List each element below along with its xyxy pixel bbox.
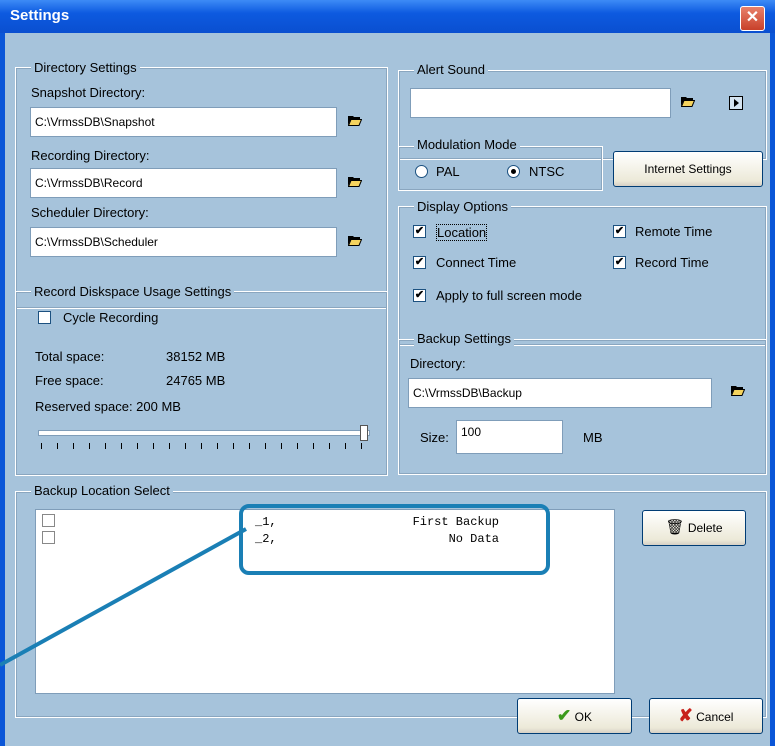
backup-directory-input[interactable]: C:\VrmssDB\Backup [408, 378, 712, 408]
slider-tick [89, 443, 90, 449]
diskspace-legend: Record Diskspace Usage Settings [31, 284, 235, 299]
internet-settings-button[interactable]: Internet Settings [613, 151, 763, 187]
recording-browse-folder-icon[interactable] [348, 176, 362, 187]
slider-tick [233, 443, 234, 449]
close-icon: ✕ [745, 9, 760, 26]
delete-button[interactable]: 🗑 Delete [642, 510, 746, 546]
backup-size-unit: MB [583, 430, 603, 445]
backup-browse-folder-icon[interactable] [731, 385, 745, 396]
settings-dialog: Settings ✕ Directory Settings Snapshot D… [0, 0, 775, 746]
total-space-label: Total space: [35, 349, 105, 364]
backup-location-legend: Backup Location Select [31, 483, 173, 498]
record-time-checkbox[interactable]: ✔ [613, 256, 626, 269]
location-label: Location [436, 224, 488, 241]
delete-icon: 🗑 [665, 519, 685, 536]
ntsc-label: NTSC [529, 164, 565, 179]
reserved-space-slider-track[interactable] [38, 430, 370, 436]
location-checkbox[interactable]: ✔ [413, 225, 426, 238]
recording-directory-input[interactable]: C:\VrmssDB\Record [30, 168, 337, 198]
scheduler-browse-folder-icon[interactable] [348, 235, 362, 246]
cancel-button[interactable]: ✘ Cancel [649, 698, 763, 734]
snapshot-directory-label: Snapshot Directory: [31, 85, 146, 100]
free-space-label: Free space: [35, 373, 104, 388]
slider-tick [137, 443, 138, 449]
alert-sound-legend: Alert Sound [414, 62, 488, 77]
pal-radio[interactable] [415, 165, 428, 178]
slider-tick [41, 443, 42, 449]
close-button[interactable]: ✕ [740, 6, 765, 31]
recording-directory-label: Recording Directory: [31, 148, 150, 163]
slider-tick [217, 443, 218, 449]
backup-size-input[interactable]: 100 [456, 420, 563, 454]
apply-full-screen-checkbox[interactable]: ✔ [413, 289, 426, 302]
snapshot-directory-input[interactable]: C:\VrmssDB\Snapshot [30, 107, 337, 137]
record-time-label: Record Time [635, 255, 709, 270]
slider-tick [345, 443, 346, 449]
snapshot-browse-folder-icon[interactable] [348, 115, 362, 126]
callout-highlight-box [239, 504, 550, 575]
remote-time-label: Remote Time [635, 224, 713, 239]
title-bar[interactable]: Settings ✕ [0, 0, 775, 33]
reserved-space-slider-thumb[interactable] [360, 425, 368, 441]
connect-time-label: Connect Time [436, 255, 517, 270]
slider-tick [201, 443, 202, 449]
slider-tick [105, 443, 106, 449]
slider-tick [297, 443, 298, 449]
ntsc-radio[interactable] [507, 165, 520, 178]
cancel-button-label: Cancel [696, 710, 734, 724]
total-space-value: 38152 MB [166, 349, 226, 364]
slider-tick [153, 443, 154, 449]
slider-tick [121, 443, 122, 449]
slider-tick [265, 443, 266, 449]
slider-ticks [41, 443, 366, 449]
checkmark-icon: ✔ [557, 706, 572, 725]
remote-time-checkbox[interactable]: ✔ [613, 225, 626, 238]
backup-settings-legend: Backup Settings [414, 331, 514, 346]
apply-full-screen-label: Apply to full screen mode [436, 288, 582, 303]
cycle-recording-checkbox[interactable] [38, 311, 51, 324]
slider-tick [361, 443, 362, 449]
slider-tick [185, 443, 186, 449]
modulation-mode-group [398, 146, 603, 191]
slider-tick [169, 443, 170, 449]
slider-tick [329, 443, 330, 449]
slider-tick [73, 443, 74, 449]
callout-pointer-line [0, 527, 247, 667]
play-icon [734, 99, 739, 107]
alert-sound-input[interactable] [410, 88, 671, 118]
connect-time-checkbox[interactable]: ✔ [413, 256, 426, 269]
pal-label: PAL [436, 164, 460, 179]
cancel-x-icon: ✘ [678, 706, 693, 725]
slider-tick [57, 443, 58, 449]
alert-sound-browse-folder-icon[interactable] [681, 96, 695, 107]
display-options-legend: Display Options [414, 199, 512, 214]
scheduler-directory-input[interactable]: C:\VrmssDB\Scheduler [30, 227, 337, 257]
scheduler-directory-label: Scheduler Directory: [31, 205, 149, 220]
delete-button-label: Delete [687, 521, 723, 535]
modulation-mode-legend: Modulation Mode [414, 137, 520, 152]
backup-directory-label: Directory: [410, 356, 466, 371]
backup-size-label: Size: [420, 430, 449, 445]
slider-tick [249, 443, 250, 449]
window-title: Settings [10, 7, 70, 24]
reserved-space-text: Reserved space: 200 MB [35, 399, 181, 414]
slider-tick [281, 443, 282, 449]
directory-settings-legend: Directory Settings [31, 60, 140, 75]
cycle-recording-label: Cycle Recording [63, 310, 159, 325]
free-space-value: 24765 MB [166, 373, 226, 388]
ok-button-label: OK [574, 710, 592, 724]
slider-tick [313, 443, 314, 449]
play-sound-button[interactable] [729, 96, 743, 110]
ok-button[interactable]: ✔ OK [517, 698, 632, 734]
